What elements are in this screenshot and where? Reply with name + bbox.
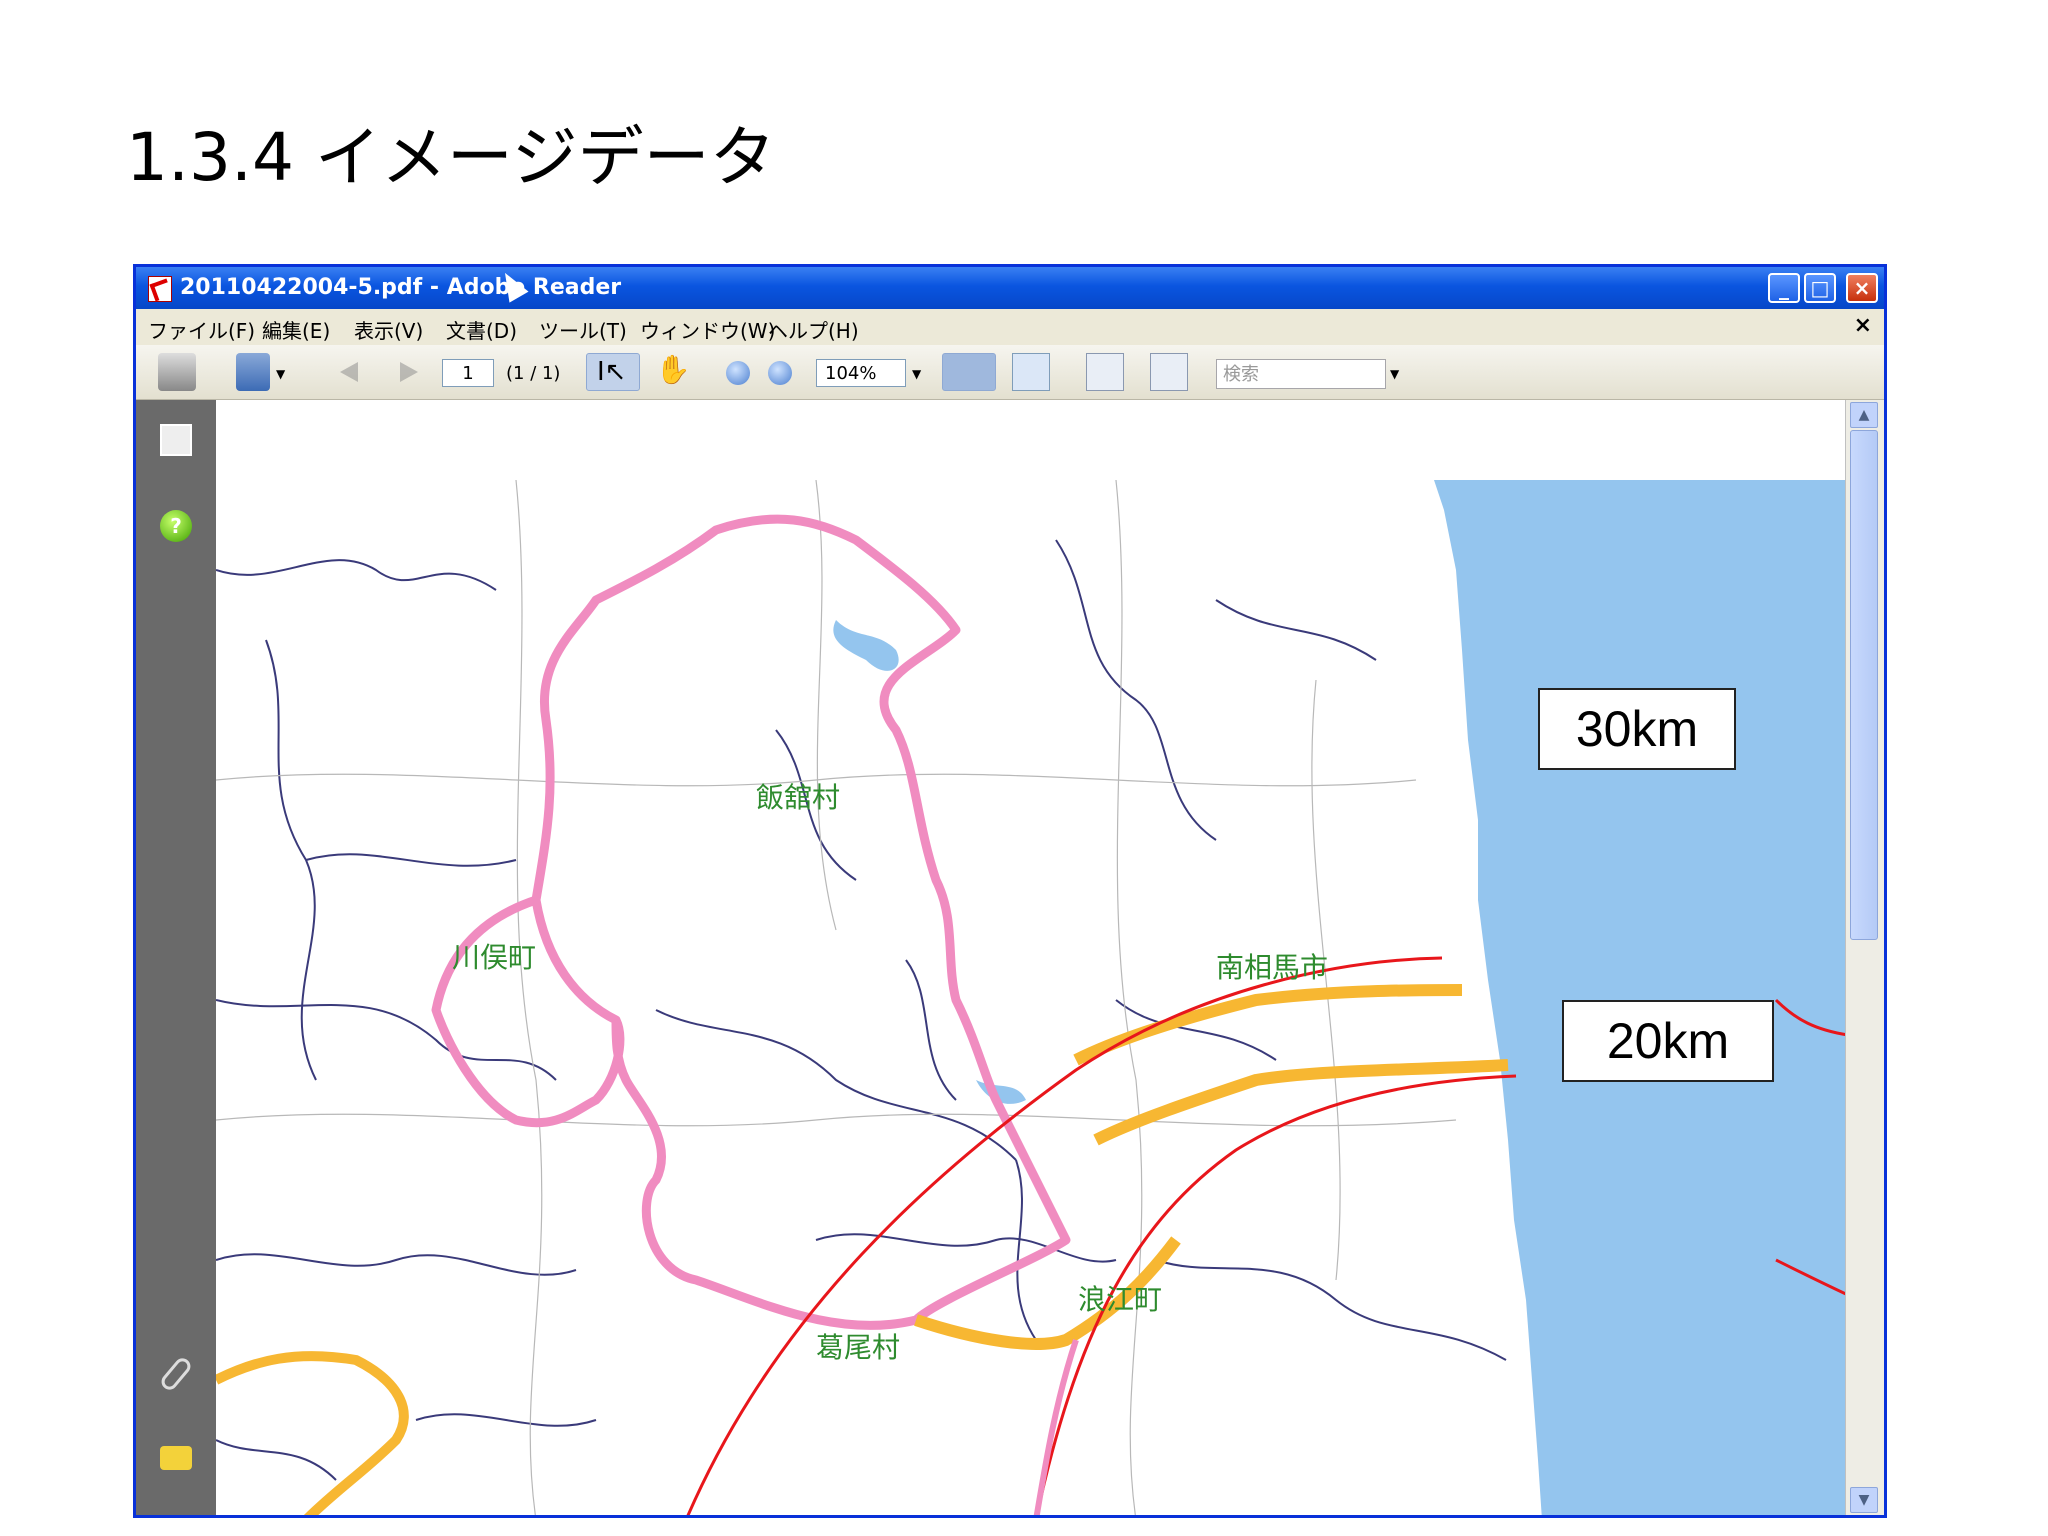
page-count: (1 / 1) [506,363,561,384]
collaborate-icon[interactable] [236,353,270,391]
document-view[interactable]: 30km 20km 飯舘村 川俣町 南相馬市 浪江町 葛尾村 [216,400,1848,1515]
ring-30km-label: 30km [1538,688,1736,770]
zoom-level-input[interactable]: 104% [816,359,906,387]
evacuation-zone-map [216,480,1848,1515]
page-number-input[interactable]: 1 [442,359,494,387]
chevron-down-icon[interactable]: ▼ [912,367,921,381]
hand-tool-icon[interactable]: ✋ [654,353,692,391]
chevron-down-icon[interactable]: ▼ [276,367,285,381]
pages-icon[interactable] [160,424,192,456]
comment-icon[interactable] [160,1446,192,1470]
search-input[interactable]: 検索 [1216,359,1386,389]
close-button[interactable]: × [1846,273,1878,303]
menu-file[interactable]: ファイル(F) [148,315,255,344]
scroll-up-icon[interactable]: ▲ [1850,402,1878,428]
select-tool-icon[interactable]: I↖ [586,353,640,391]
minimize-button[interactable]: _ [1768,273,1800,303]
menu-help[interactable]: ヘルプ(H) [768,315,859,344]
toolbar: ▼ 1 (1 / 1) I↖ ✋ 104% ▼ 検索 ▼ [136,345,1884,400]
fit-page-icon[interactable] [1012,353,1050,391]
page-heading: 1.3.4 イメージデータ [126,119,776,196]
zoom-out-icon[interactable] [726,361,750,385]
adobe-reader-window: 20110422004-5.pdf - Adobe Reader _ □ × フ… [133,264,1887,1518]
maximize-button[interactable]: □ [1804,273,1836,303]
place-label-namie: 浪江町 [1078,1283,1163,1316]
next-page-icon[interactable] [388,353,426,391]
place-label-katsurao: 葛尾村 [816,1331,901,1364]
menu-bar: ファイル(F) 編集(E) 表示(V) 文書(D) ツール(T) ウィンドウ(W… [136,309,1884,345]
help-icon[interactable]: ? [160,510,192,542]
scroll-down-icon[interactable]: ▼ [1850,1487,1878,1513]
menu-tools[interactable]: ツール(T) [539,315,627,344]
chevron-down-icon[interactable]: ▼ [1390,367,1399,381]
title-bar[interactable]: 20110422004-5.pdf - Adobe Reader _ □ × [136,267,1884,309]
place-label-minamisoma: 南相馬市 [1216,951,1329,984]
navigation-panel: ? [136,400,216,1515]
previous-page-icon[interactable] [334,353,372,391]
vertical-scrollbar[interactable]: ▲ ▼ [1845,400,1884,1515]
menu-document[interactable]: 文書(D) [446,315,517,344]
rotate-right-icon[interactable] [1150,353,1188,391]
print-icon[interactable] [158,353,196,391]
pdf-icon [148,276,172,302]
ring-20km-label: 20km [1562,1000,1774,1082]
window-title: 20110422004-5.pdf - Adobe Reader [180,275,622,300]
place-label-iitate: 飯舘村 [756,781,841,814]
fit-width-icon[interactable] [942,353,996,391]
menu-window[interactable]: ウィンドウ(W) [640,315,775,344]
zoom-in-icon[interactable] [768,361,792,385]
menu-edit[interactable]: 編集(E) [262,315,330,344]
paperclip-icon[interactable] [158,1355,194,1393]
document-close-icon[interactable]: × [1854,313,1872,338]
menu-view[interactable]: 表示(V) [354,315,423,344]
place-label-kawamata: 川俣町 [452,941,537,974]
scroll-thumb[interactable] [1850,430,1878,940]
rotate-left-icon[interactable] [1086,353,1124,391]
